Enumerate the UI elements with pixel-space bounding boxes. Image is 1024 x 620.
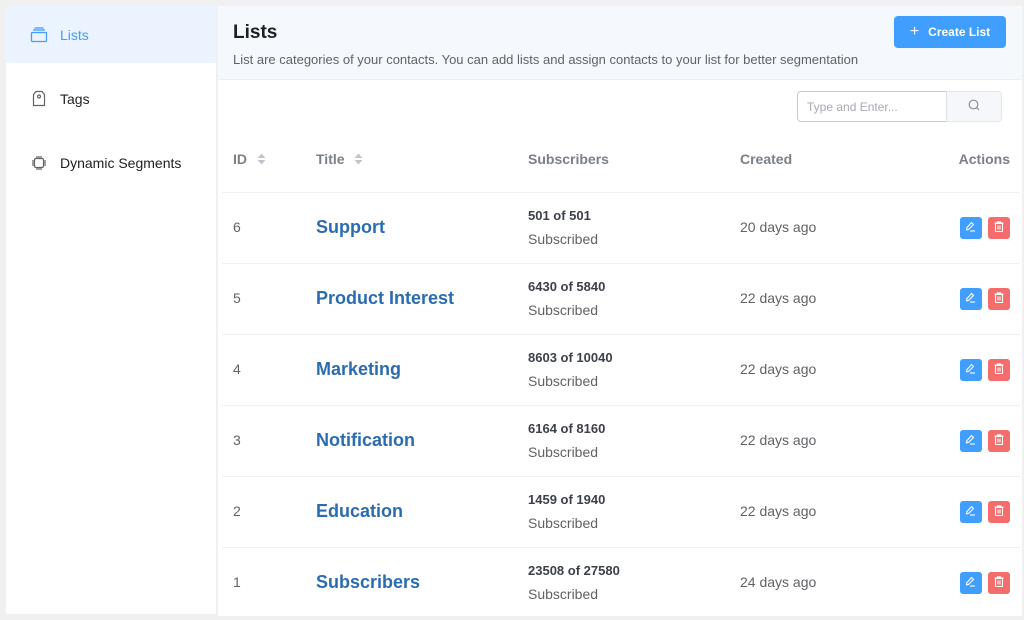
subscriber-status: Subscribed xyxy=(528,372,599,389)
table-row: 1 Subscribers 23508 of 27580 Subscribed … xyxy=(222,547,1020,619)
create-list-button[interactable]: + Create List xyxy=(894,16,1006,48)
subscriber-status: Subscribed xyxy=(528,230,599,247)
list-id: 6 xyxy=(233,218,241,235)
list-title-link[interactable]: Subscribers xyxy=(316,572,420,592)
column-header-id[interactable]: ID xyxy=(222,127,316,193)
sidebar-item-tags[interactable]: Tags xyxy=(6,70,216,127)
list-title-link[interactable]: Marketing xyxy=(316,359,401,379)
list-title-link[interactable]: Notification xyxy=(316,430,415,450)
pencil-icon xyxy=(965,504,976,519)
created-date: 22 days ago xyxy=(740,289,817,306)
edit-button[interactable] xyxy=(959,500,982,523)
column-header-title-label: Title xyxy=(316,150,345,167)
pencil-icon xyxy=(965,291,976,306)
column-header-id-label: ID xyxy=(233,150,247,167)
subscriber-count: 6430 of 5840 xyxy=(528,278,606,294)
list-id: 4 xyxy=(233,360,241,377)
sort-icon[interactable] xyxy=(354,152,363,168)
pencil-icon xyxy=(965,575,976,590)
sidebar-item-label: Dynamic Segments xyxy=(60,154,182,171)
table-row: 3 Notification 6164 of 8160 Subscribed 2… xyxy=(222,405,1020,477)
table-row: 6 Support 501 of 501 Subscribed 20 days … xyxy=(222,192,1020,264)
search-bar xyxy=(797,91,1002,122)
subscriber-count: 501 of 501 xyxy=(528,207,591,223)
list-id: 3 xyxy=(233,431,241,448)
sidebar: Lists Tags Dynamic Segments xyxy=(6,6,216,614)
created-date: 22 days ago xyxy=(740,360,817,377)
edit-button[interactable] xyxy=(959,216,982,239)
delete-button[interactable] xyxy=(988,571,1010,594)
list-id: 1 xyxy=(233,573,241,590)
pencil-icon xyxy=(965,220,976,235)
trash-icon xyxy=(994,291,1004,306)
subscriber-status: Subscribed xyxy=(528,585,599,602)
edit-button[interactable] xyxy=(959,429,982,452)
column-header-title[interactable]: Title xyxy=(316,127,528,193)
trash-icon xyxy=(994,504,1004,519)
list-id: 5 xyxy=(233,289,241,306)
column-header-created: Created xyxy=(740,127,950,193)
delete-button[interactable] xyxy=(988,429,1010,452)
table-header-row: ID Title Subscribers Created Actions xyxy=(222,127,1020,193)
delete-button[interactable] xyxy=(988,287,1010,310)
create-list-label: Create List xyxy=(928,25,991,39)
list-title-link[interactable]: Product Interest xyxy=(316,288,454,308)
main-panel: Lists List are categories of your contac… xyxy=(218,6,1022,619)
stack-icon xyxy=(30,26,48,44)
created-date: 22 days ago xyxy=(740,431,817,448)
pencil-icon xyxy=(965,433,976,448)
sidebar-item-lists[interactable]: Lists xyxy=(6,6,216,63)
table-row: 4 Marketing 8603 of 10040 Subscribed 22 … xyxy=(222,334,1020,406)
subscriber-count: 1459 of 1940 xyxy=(528,491,606,507)
delete-button[interactable] xyxy=(988,500,1010,523)
list-id: 2 xyxy=(233,502,241,519)
created-date: 24 days ago xyxy=(740,573,817,590)
table-row: 2 Education 1459 of 1940 Subscribed 22 d… xyxy=(222,476,1020,548)
edit-button[interactable] xyxy=(959,571,982,594)
trash-icon xyxy=(994,362,1004,377)
subscriber-count: 23508 of 27580 xyxy=(528,562,620,578)
search-button[interactable] xyxy=(946,91,1002,122)
sidebar-item-label: Lists xyxy=(60,26,89,43)
delete-button[interactable] xyxy=(988,216,1010,239)
page-title: Lists xyxy=(233,22,278,43)
subscriber-status: Subscribed xyxy=(528,514,599,531)
trash-icon xyxy=(994,433,1004,448)
trash-icon xyxy=(994,575,1004,590)
trash-icon xyxy=(994,220,1004,235)
table-row: 5 Product Interest 6430 of 5840 Subscrib… xyxy=(222,263,1020,335)
edit-button[interactable] xyxy=(959,287,982,310)
created-date: 20 days ago xyxy=(740,218,817,235)
sidebar-item-label: Tags xyxy=(60,90,90,107)
search-input[interactable] xyxy=(797,91,946,122)
sidebar-item-dynamic-segments[interactable]: Dynamic Segments xyxy=(6,134,216,191)
list-title-link[interactable]: Education xyxy=(316,501,403,521)
subscriber-status: Subscribed xyxy=(528,443,599,460)
column-header-subscribers: Subscribers xyxy=(528,127,740,193)
subscriber-count: 6164 of 8160 xyxy=(528,420,606,436)
created-date: 22 days ago xyxy=(740,502,817,519)
list-title-link[interactable]: Support xyxy=(316,217,385,237)
chip-icon xyxy=(30,154,48,172)
delete-button[interactable] xyxy=(988,358,1010,381)
pencil-icon xyxy=(965,362,976,377)
edit-button[interactable] xyxy=(959,358,982,381)
search-icon xyxy=(968,98,980,116)
column-header-actions: Actions xyxy=(950,127,1020,193)
page-description: List are categories of your contacts. Yo… xyxy=(233,52,859,67)
page-header: Lists List are categories of your contac… xyxy=(218,6,1022,80)
subscriber-count: 8603 of 10040 xyxy=(528,349,613,365)
plus-icon: + xyxy=(909,23,920,40)
tag-icon xyxy=(30,90,48,108)
lists-table: ID Title Subscribers Created Actions 6 S… xyxy=(222,127,1020,619)
subscriber-status: Subscribed xyxy=(528,301,599,318)
sort-icon[interactable] xyxy=(257,152,266,168)
